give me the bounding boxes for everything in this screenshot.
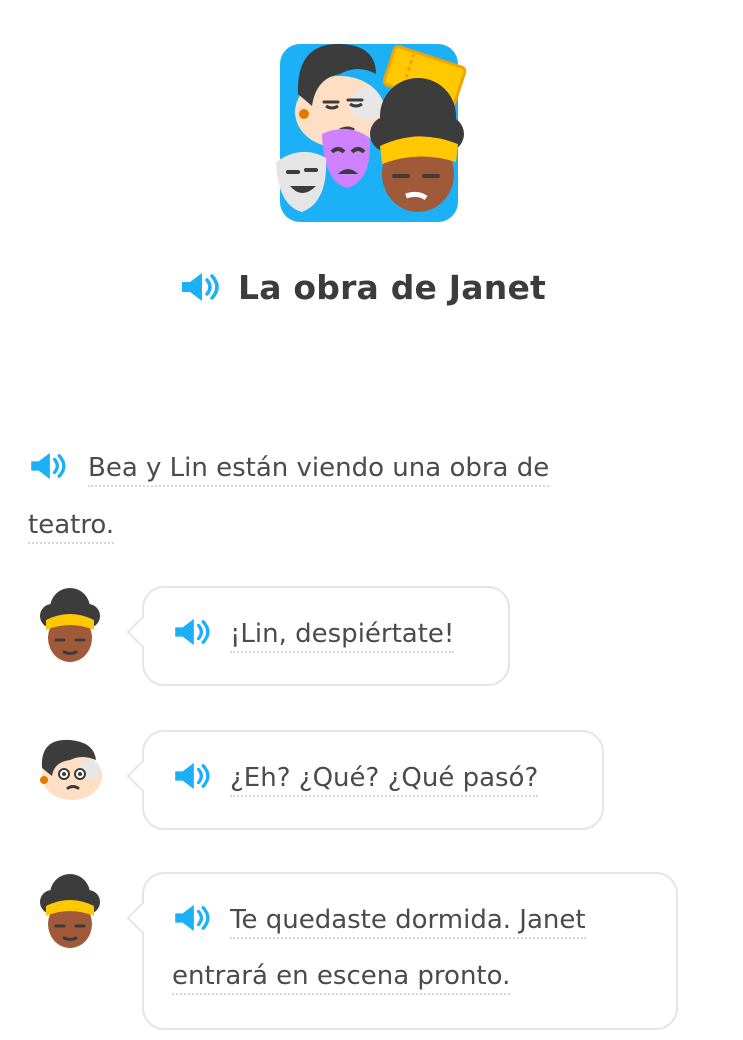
lin-avatar — [40, 739, 102, 800]
speech-bubble: ¡Lin, despiértate! — [126, 586, 510, 686]
speaker-icon[interactable] — [172, 754, 212, 790]
dialogue-text[interactable]: ¡Lin, despiértate! — [230, 619, 455, 653]
story-title-row: La obra de Janet — [180, 262, 546, 312]
bea-avatar — [40, 588, 100, 662]
dialogue-text[interactable]: Te quedaste dormida. Janet — [230, 905, 586, 939]
narration-line[interactable]: Bea y Lin están viendo una obra de — [88, 453, 550, 487]
speaker-icon[interactable] — [28, 444, 72, 480]
speech-bubble: Te quedaste dormida. Janet entrará en es… — [126, 872, 678, 1030]
speaker-icon[interactable] — [172, 896, 212, 932]
speaker-icon[interactable] — [180, 272, 220, 302]
narration-line[interactable]: teatro. — [28, 510, 115, 544]
story-illustration — [276, 43, 467, 222]
dialogue-text[interactable]: entrará en escena pronto. — [172, 961, 511, 995]
speech-bubble: ¿Eh? ¿Qué? ¿Qué pasó? — [126, 730, 604, 830]
bea-avatar — [40, 874, 100, 948]
narration-text: Bea y Lin están viendo una obra de teatr… — [28, 440, 668, 554]
speaker-icon[interactable] — [172, 610, 212, 646]
dialogue-text[interactable]: ¿Eh? ¿Qué? ¿Qué pasó? — [230, 763, 539, 797]
story-title: La obra de Janet — [238, 267, 546, 307]
